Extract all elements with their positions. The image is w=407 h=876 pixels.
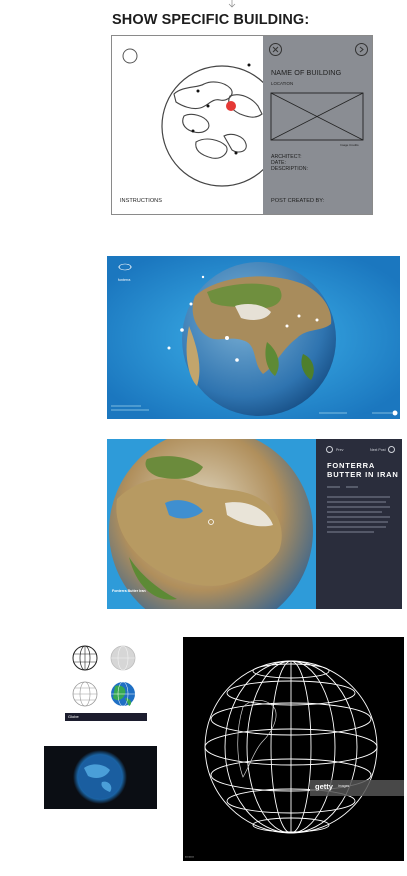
image-credit: ▪▪▪▪▪▪▪ (185, 855, 194, 859)
icons-strip: Globe (65, 713, 147, 721)
brand-logo[interactable] (117, 260, 133, 274)
globe-screen-1: fonterra (107, 256, 400, 419)
close-icon[interactable] (269, 43, 282, 56)
gray-globe-icon (110, 645, 136, 671)
glowing-globe-image (44, 746, 157, 809)
wireframe-globe-icon (72, 645, 98, 671)
icons-strip-label: Globe (68, 714, 79, 719)
getty-brand: getty (315, 782, 333, 791)
description-label: DESCRIPTION: (271, 166, 308, 172)
story-panel: Prev Next Post FONTERRA BUTTER IN IRAN (316, 439, 402, 609)
story-body-text (327, 486, 390, 533)
next-icon[interactable] (355, 43, 368, 56)
footer-title: Fonterra Butter Iran (112, 589, 146, 593)
panel-sketch (270, 92, 364, 141)
building-name: NAME OF BUILDING (271, 68, 342, 77)
page-heading: SHOW SPECIFIC BUILDING: (112, 12, 310, 28)
wireframe-globe-image: getty images ▪▪▪▪▪▪▪ (183, 637, 404, 861)
building-info-panel: NAME OF BUILDING LOCATION Image Credits … (263, 36, 372, 214)
post-created-by: POST CREATED BY: (271, 198, 325, 204)
location-label: LOCATION (271, 81, 294, 86)
globe-render (107, 256, 400, 419)
globe-icon-studies (72, 645, 136, 707)
globe-screen-2: Prev Next Post FONTERRA BUTTER IN IRAN F… (107, 439, 402, 609)
instructions-link[interactable]: INSTRUCTIONS (120, 198, 162, 204)
red-building-marker[interactable] (226, 101, 236, 111)
wireframe-panel: NAME OF BUILDING LOCATION Image Credits … (111, 35, 373, 215)
image-caption: Image Credits (340, 143, 359, 147)
light-globe-icon (72, 681, 98, 707)
getty-sub: images (338, 784, 350, 788)
getty-watermark: getty images (310, 780, 404, 796)
down-arrow-icon (228, 0, 236, 8)
color-globe-icon (111, 681, 135, 707)
logo-text: fonterra (118, 278, 131, 282)
